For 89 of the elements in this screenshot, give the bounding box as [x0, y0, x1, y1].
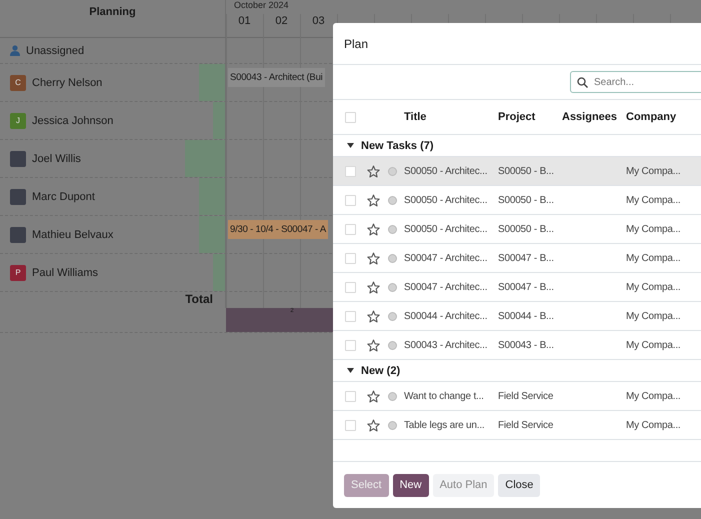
row-checkbox[interactable] [345, 390, 356, 402]
table-cell-text: My Compa... [626, 166, 682, 176]
resource-name: Cherry Nelson [32, 76, 102, 88]
table-cell-text: My Compa... [626, 420, 682, 430]
row-checkbox[interactable] [345, 420, 356, 430]
row-checkbox[interactable] [345, 194, 356, 206]
column-header[interactable]: Title [404, 111, 498, 123]
column-header[interactable]: Assignees [562, 111, 626, 123]
star-icon[interactable] [367, 280, 380, 294]
photo-placeholder [10, 150, 26, 166]
select-all-checkbox[interactable] [345, 112, 356, 122]
day-label: 03 [311, 15, 326, 27]
resource-name: Joel Willis [32, 152, 81, 164]
table-cell-text: S00050 - B... [498, 224, 555, 234]
row-checkbox[interactable] [345, 310, 356, 322]
table-cell-text: Field Service [498, 420, 554, 430]
resource-name: Paul Williams [32, 266, 98, 278]
caret-icon [347, 368, 354, 373]
status-circle[interactable] [388, 254, 397, 262]
table-cell-text: My Compa... [626, 252, 682, 264]
star-icon[interactable] [367, 418, 380, 432]
table-cell-text: S00050 - Architec... [404, 194, 488, 206]
table-cell-text: My Compa... [626, 194, 682, 206]
resource-name: Mathieu Belvaux [32, 228, 114, 240]
star-icon[interactable] [367, 310, 380, 322]
column-header[interactable]: Project [498, 111, 562, 123]
caret-icon [347, 143, 354, 148]
table-cell-text: My Compa... [626, 224, 682, 234]
table-cell-text: S00043 - Architec... [404, 340, 488, 350]
table-cell-text: My Compa... [626, 390, 682, 402]
star-icon[interactable] [367, 390, 380, 402]
dialog-button[interactable]: Close [498, 474, 540, 496]
letter-avatar: C [10, 74, 26, 90]
letter-avatar: P [10, 264, 26, 280]
column-header[interactable]: Company [626, 111, 690, 123]
resource-name: Unassigned [26, 44, 84, 56]
status-circle[interactable] [388, 166, 397, 176]
person-icon [10, 45, 20, 56]
table-cell-text: S00050 - B... [498, 166, 555, 176]
table-cell-text: My Compa... [626, 310, 682, 322]
star-icon[interactable] [367, 194, 380, 206]
search-icon [577, 77, 588, 88]
shift-pill[interactable]: S00043 - Architect (Bui [228, 68, 325, 87]
status-circle[interactable] [388, 282, 397, 292]
status-circle[interactable] [388, 392, 397, 400]
table-cell-text: S00050 - Architec... [404, 224, 488, 234]
status-circle[interactable] [388, 224, 397, 234]
row-checkbox[interactable] [345, 166, 356, 176]
photo-placeholder [10, 226, 26, 242]
task-row[interactable]: S00050 - Architec... S00050 - B... My Compa... [333, 157, 701, 186]
status-circle[interactable] [388, 420, 397, 430]
letter-avatar: J [10, 112, 26, 128]
row-checkbox[interactable] [345, 224, 356, 234]
resource-name: Jessica Johnson [32, 114, 114, 126]
star-icon[interactable] [367, 252, 380, 264]
month-label: October 2024 [234, 0, 289, 10]
table-cell-text: S00043 - B... [498, 340, 555, 350]
search-field[interactable]: Search... [570, 71, 701, 93]
star-icon[interactable] [367, 338, 380, 352]
table-cell-text: Table legs are un... [404, 420, 486, 430]
shift-pill[interactable]: 9/30 - 10/4 - S00047 - A [228, 220, 328, 239]
status-circle[interactable] [388, 196, 397, 204]
row-checkbox[interactable] [345, 252, 356, 264]
table-cell-text: S00050 - Architec... [404, 166, 488, 176]
row-checkbox[interactable] [345, 340, 356, 350]
table-cell-text: S00044 - Architec... [404, 310, 488, 322]
star-icon[interactable] [367, 222, 380, 236]
table-cell-text: S00047 - Architec... [404, 252, 488, 264]
day-label: 01 [237, 15, 252, 27]
table-cell-text: Field Service [498, 390, 554, 402]
table-cell-text: S00050 - B... [498, 194, 555, 206]
photo-placeholder [10, 188, 26, 204]
dialog-button[interactable]: New [392, 474, 429, 496]
status-circle[interactable] [388, 312, 397, 320]
resource-name: Marc Dupont [32, 190, 95, 202]
table-cell-text: Want to change t... [404, 390, 485, 402]
table-cell-text: S00047 - B... [498, 282, 555, 292]
table-cell-text: My Compa... [626, 340, 682, 350]
total-label: Total [185, 292, 213, 308]
planning-title: Planning [89, 6, 136, 19]
row-checkbox[interactable] [345, 282, 356, 292]
day-label: 02 [274, 15, 289, 27]
dialog-title: Plan [344, 36, 368, 50]
star-icon[interactable] [367, 164, 380, 178]
table-cell-text: S00047 - B... [498, 252, 555, 264]
table-cell-text: My Compa... [626, 282, 682, 292]
status-circle[interactable] [388, 340, 397, 350]
table-cell-text: S00044 - B... [498, 310, 555, 322]
table-cell-text: S00047 - Architec... [404, 282, 488, 292]
